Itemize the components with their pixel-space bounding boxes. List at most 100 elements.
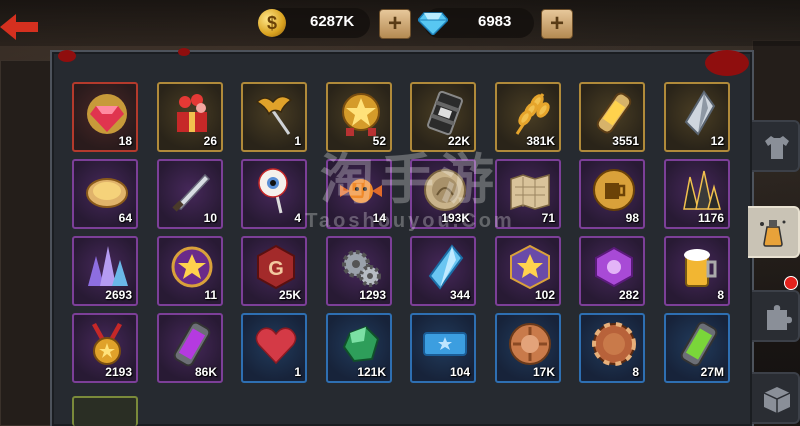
bronze-coin-icon [509,323,551,365]
blue-shard-icon [428,244,464,290]
svg-text:G: G [268,258,284,280]
inventory-slot[interactable]: 64 [72,159,138,229]
dark-crystals-icon [683,170,721,210]
gears-icon [342,250,381,287]
inventory-slot[interactable]: 8 [579,313,645,383]
shirt-icon [765,136,789,159]
tab-costume[interactable] [752,120,800,172]
green-canister-icon [680,321,718,367]
coin-amount: 6287K [310,13,355,30]
green-gem-icon [342,325,380,363]
watermark-en: Taoshouyou.Com [305,210,515,232]
inventory-slot[interactable]: 121K [326,313,392,383]
oil-barrel-icon [427,90,463,136]
tab-consumables[interactable] [748,206,800,258]
inventory-slot[interactable]: 1293 [326,236,392,306]
item-quantity: 282 [618,288,639,302]
item-quantity: 22K [447,134,470,148]
item-quantity: 8 [717,288,724,302]
item-quantity: 121K [357,365,386,379]
tab-materials[interactable] [752,290,800,342]
item-quantity: 3551 [612,134,639,148]
inventory-slot[interactable]: 104 [410,313,476,383]
inventory-slot[interactable]: 102 [495,236,561,306]
coin-icon: $ [258,9,286,37]
inventory-panel [50,50,754,426]
item-quantity: 1 [294,134,301,148]
item-quantity: 10 [203,211,217,225]
gem-amount: 6983 [478,13,512,30]
inventory-slot[interactable]: 98 [579,159,645,229]
item-quantity: 344 [449,288,470,302]
pie-icon [86,178,128,208]
item-quantity: 1 [294,365,301,379]
wheat-icon [515,93,550,135]
inventory-slot[interactable]: 1 [241,82,307,152]
crate-icon [763,387,791,413]
g-hexagon-token-icon: G [257,244,295,290]
inventory-slot[interactable]: 282 [579,236,645,306]
inventory-slot[interactable]: 11 [157,236,223,306]
bat-scepter-icon [255,95,293,135]
heart-icon [255,327,297,365]
star-medal-icon [342,93,380,136]
inventory-slot[interactable]: 22K [410,82,476,152]
item-quantity: 27M [700,365,724,379]
item-quantity: 98 [625,211,639,225]
crystal-shard-icon [684,90,716,136]
rank-badge-icon [510,244,550,290]
inventory-slot[interactable]: 26 [157,82,223,152]
item-quantity: 8 [632,365,639,379]
notification-dot [784,276,798,290]
item-quantity: 52 [372,134,386,148]
item-quantity: 102 [534,288,555,302]
back-button[interactable] [0,12,40,42]
knife-icon [172,173,211,212]
item-quantity: 12 [710,134,724,148]
item-quantity: 11 [204,288,217,302]
item-quantity: 18 [118,134,132,148]
blood-splatter [58,50,76,62]
potion-icon [760,220,786,247]
blood-splatter [178,48,190,56]
inventory-slot[interactable]: 2193 [72,313,138,383]
inventory-slot[interactable]: 17K [495,313,561,383]
inventory-slot[interactable]: 8 [664,236,730,306]
item-quantity: 17K [532,365,555,379]
inventory-slot[interactable]: 52 [326,82,392,152]
inventory-slot[interactable]: 86K [157,313,223,383]
diamond-icon [418,12,448,35]
inventory-slot-partial[interactable] [72,396,138,426]
ticket-icon [423,332,467,356]
add-gems-button[interactable]: + [541,9,573,39]
inventory-slot[interactable]: 27M [664,313,730,383]
inventory-slot[interactable]: 3551 [579,82,645,152]
star-badge-icon [171,246,213,288]
inventory-slot[interactable]: 381K [495,82,561,152]
item-quantity: 64 [118,211,132,225]
inventory-slot[interactable]: 12 [664,82,730,152]
inventory-slot[interactable]: 10 [157,159,223,229]
item-quantity: 1176 [697,211,724,225]
inventory-slot[interactable]: 344 [410,236,476,306]
item-quantity: 104 [449,365,470,379]
inventory-slot[interactable]: 2693 [72,236,138,306]
crystal-cluster-icon [88,246,128,286]
blood-splatter [705,50,749,76]
mug-token-icon [593,169,635,211]
puzzle-piece-icon [767,305,792,330]
watermark-cn: 淘手游 [320,150,500,210]
inventory-slot[interactable]: G 25K [241,236,307,306]
inventory-slot[interactable]: 18 [72,82,138,152]
tab-crates[interactable] [752,372,800,424]
item-quantity: 2193 [105,365,132,379]
gold-medal-icon [92,323,122,365]
inventory-slot[interactable]: 1176 [664,159,730,229]
item-quantity: 25K [278,288,301,302]
purple-hexagon-icon [595,246,633,288]
ruby-gem-icon [87,94,127,134]
copper-chip-icon [592,322,636,366]
item-quantity: 86K [194,365,217,379]
add-coins-button[interactable]: + [379,9,411,39]
inventory-slot[interactable]: 1 [241,313,307,383]
